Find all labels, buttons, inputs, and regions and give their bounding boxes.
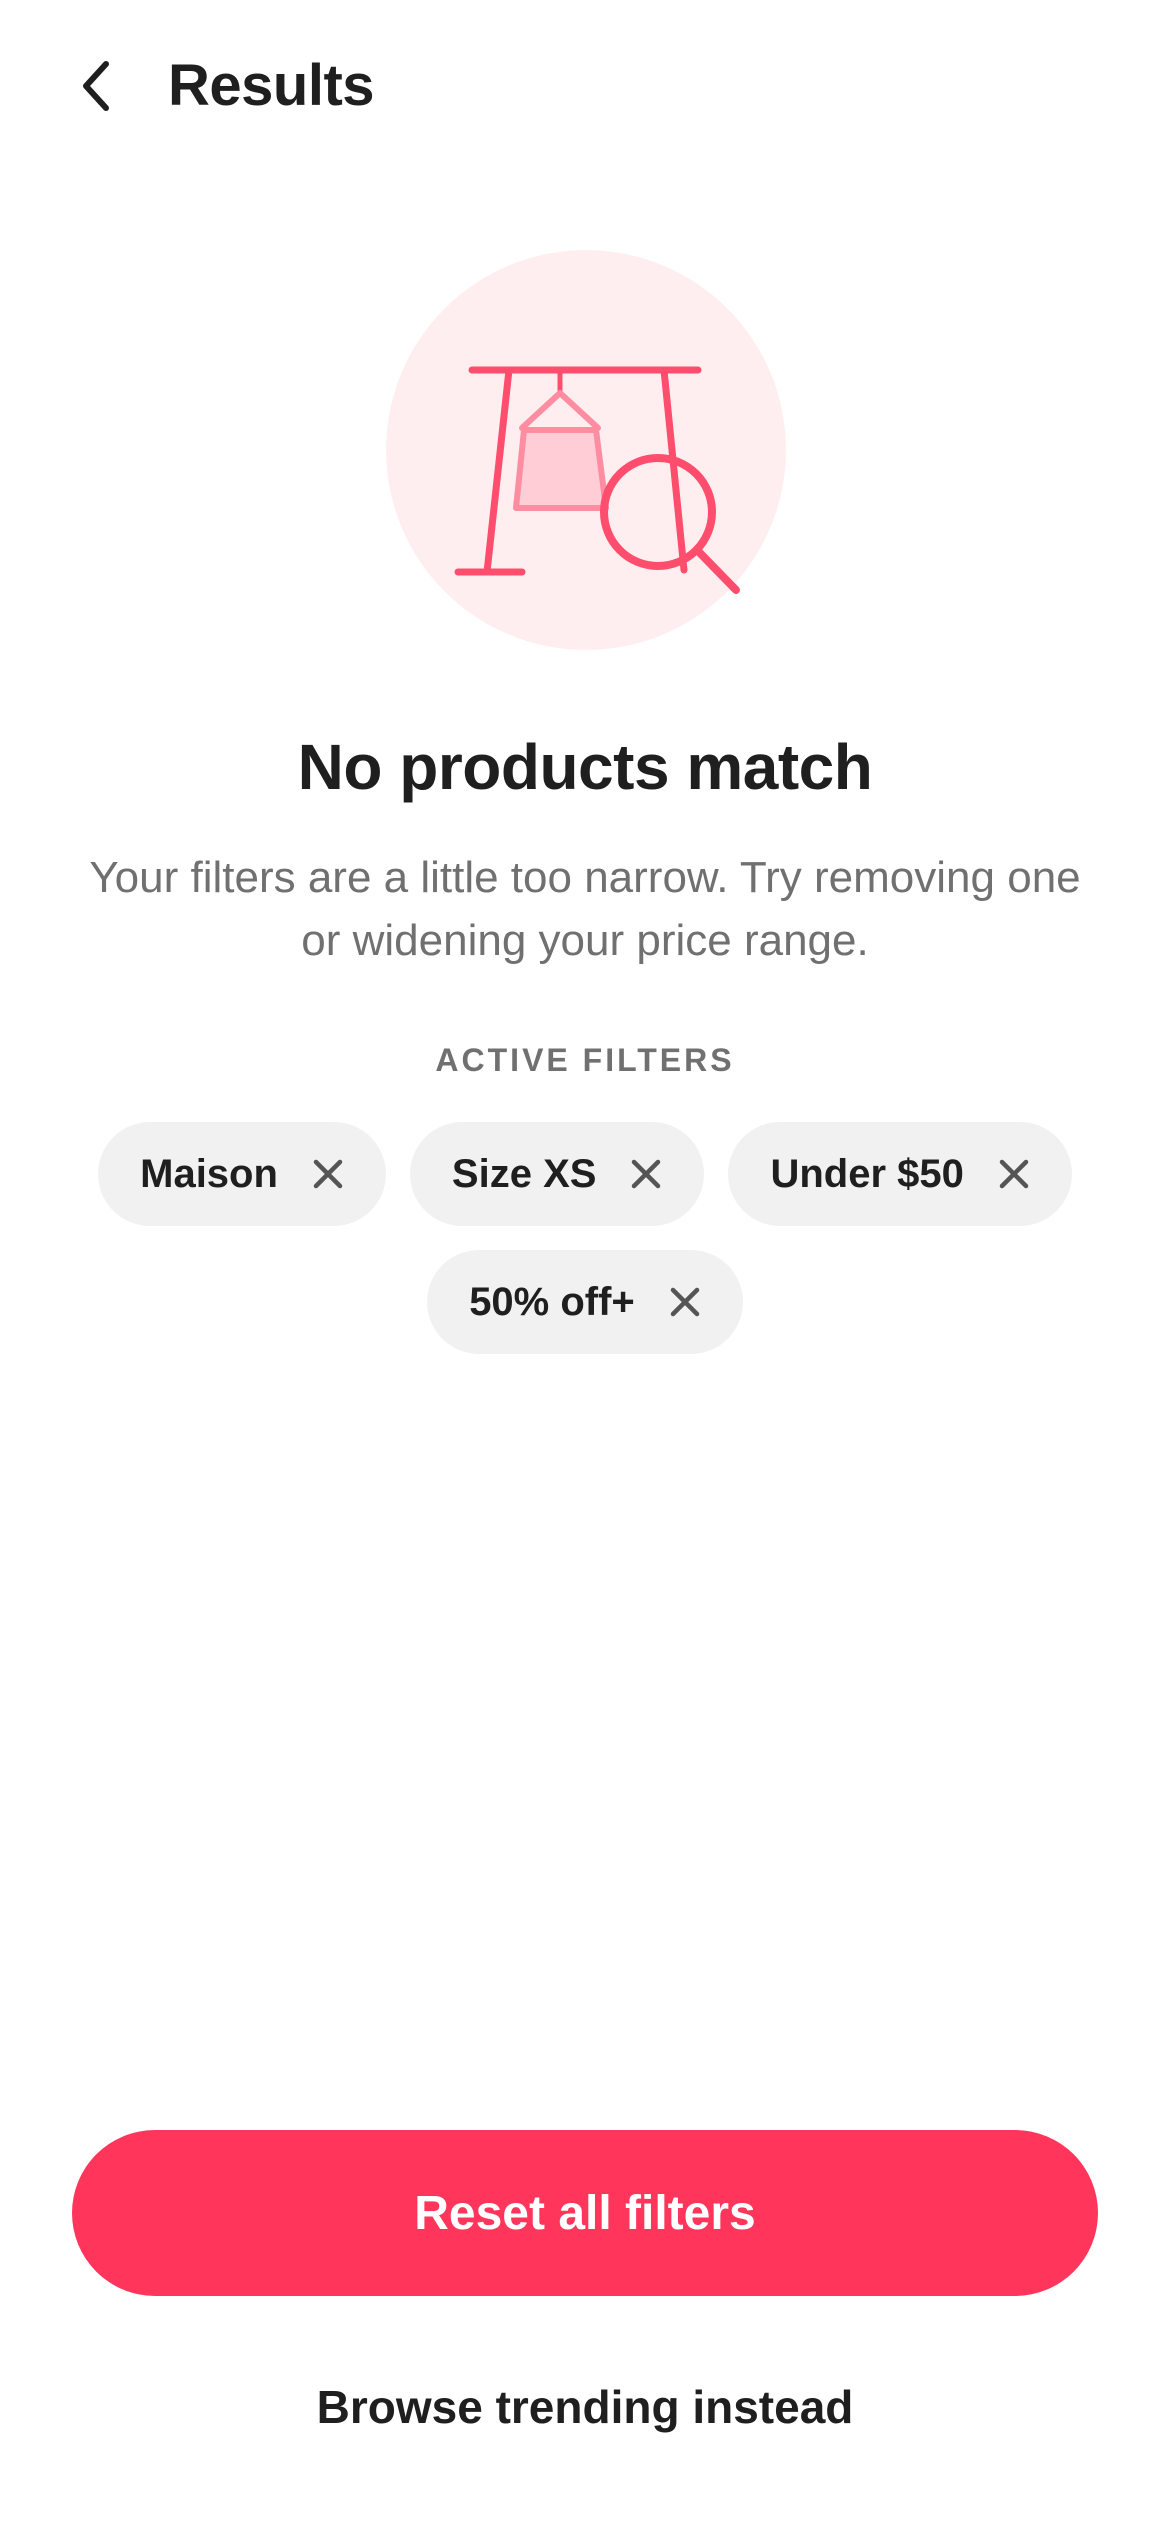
active-filters-list: Maison Size XS Under $50 50% off+ [85, 1122, 1085, 1354]
filter-chip-under-50[interactable]: Under $50 [728, 1122, 1072, 1226]
filter-chip-label: Size XS [451, 1151, 597, 1196]
filter-chip-maison[interactable]: Maison [98, 1122, 386, 1226]
top-bar: Results [0, 0, 1170, 170]
remove-filter-button[interactable] [626, 1154, 666, 1194]
filter-chip-50-off[interactable]: 50% off+ [427, 1250, 743, 1354]
reset-filters-button[interactable]: Reset all filters [72, 2130, 1098, 2296]
active-filters-heading: ACTIVE FILTERS [435, 1042, 735, 1078]
clothing-rack-search-icon [386, 250, 786, 650]
filter-chip-label: Under $50 [770, 1151, 964, 1196]
filter-chip-size-xs[interactable]: Size XS [409, 1122, 705, 1226]
close-icon [313, 1159, 343, 1189]
back-button[interactable] [58, 46, 138, 126]
empty-state-title: No products match [297, 731, 873, 803]
remove-filter-button[interactable] [665, 1282, 705, 1322]
filter-chip-label: 50% off+ [469, 1279, 635, 1324]
chevron-left-icon [83, 61, 109, 111]
empty-state-subtitle: Your filters are a little too narrow. Tr… [89, 853, 1081, 965]
empty-state-illustration [386, 250, 786, 650]
remove-filter-button[interactable] [308, 1154, 348, 1194]
remove-filter-button[interactable] [994, 1154, 1034, 1194]
page-title: Results [168, 53, 375, 118]
close-icon [999, 1159, 1029, 1189]
close-icon [632, 1159, 661, 1189]
filter-chip-label: Maison [140, 1151, 278, 1196]
browse-trending-link[interactable]: Browse trending instead [0, 2380, 1170, 2434]
close-icon [670, 1287, 700, 1317]
